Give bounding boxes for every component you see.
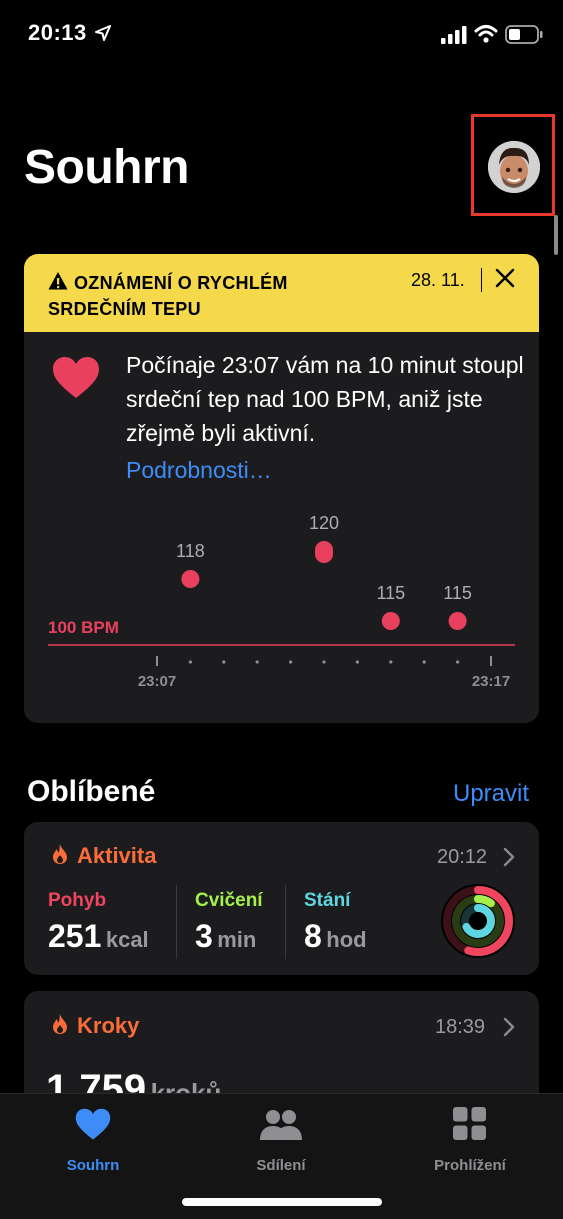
chevron-right-icon[interactable] [503, 847, 515, 867]
edit-favorites-button[interactable]: Upravit [453, 780, 529, 808]
data-label: 118 [176, 541, 205, 561]
wifi-icon [474, 25, 498, 43]
heart-icon [75, 1108, 111, 1140]
stand-value: 8 [304, 918, 322, 954]
heart-rate-chart: 100 BPM 23:07 23:17 118 120 115 115 [48, 513, 515, 690]
home-indicator[interactable] [182, 1198, 382, 1206]
stand-label: Stání [304, 890, 351, 911]
metric-divider [176, 885, 177, 959]
profile-avatar-button[interactable] [488, 141, 540, 193]
exercise-unit: min [217, 927, 257, 952]
steps-time: 18:39 [435, 1016, 486, 1038]
x-tick-label: 23:17 [472, 673, 510, 690]
axis-tick [456, 660, 460, 664]
metric-divider [285, 885, 286, 959]
status-time: 20:13 [28, 20, 87, 45]
close-icon[interactable] [494, 267, 516, 289]
move-metric: 251 kcal [48, 918, 149, 955]
stand-metric: 8 hod [304, 918, 367, 955]
move-unit: kcal [105, 927, 149, 952]
favorites-title: Oblíbené [27, 775, 156, 808]
data-point [181, 570, 200, 588]
exercise-value: 3 [195, 918, 213, 954]
move-label: Pohyb [48, 890, 107, 911]
flame-icon [53, 1014, 67, 1034]
memoji-avatar-icon [488, 141, 540, 193]
axis-tick [322, 660, 326, 664]
axis-tick [355, 660, 359, 664]
exercise-label: Cvičení [195, 890, 263, 911]
activity-time: 20:12 [437, 846, 488, 868]
details-link[interactable]: Podrobnosti… [126, 457, 272, 484]
data-label: 120 [309, 513, 339, 533]
data-label: 115 [376, 583, 405, 603]
tab-label: Souhrn [66, 1157, 120, 1174]
axis-tick [188, 660, 192, 664]
flame-icon [53, 844, 67, 864]
cellular-signal-icon [441, 26, 467, 44]
x-tick-label: 23:07 [138, 673, 176, 690]
page-title: Souhrn [24, 141, 189, 194]
exercise-metric: 3 min [195, 918, 256, 955]
people-icon [260, 1110, 302, 1140]
data-point [381, 612, 400, 630]
alert-divider [481, 268, 482, 292]
chevron-right-icon[interactable] [503, 1017, 515, 1037]
stand-unit: hod [326, 927, 367, 952]
alert-message: Počínaje 23:07 vám na 10 minut stoupl sr… [126, 352, 524, 446]
alert-banner: OZNÁMENÍ O RYCHLÉM SRDEČNÍM TEPU 28. 11. [24, 254, 539, 332]
tab-sharing[interactable]: Sdílení [231, 1104, 331, 1184]
grid-icon [453, 1107, 486, 1140]
axis-tick [255, 660, 259, 664]
axis-tick [289, 660, 293, 664]
data-label: 115 [443, 583, 472, 603]
tab-label: Prohlížení [434, 1157, 506, 1174]
activity-card[interactable]: Aktivita 20:12 Pohyb 251 kcal Cvičení 3 … [24, 822, 539, 975]
alert-title: OZNÁMENÍ O RYCHLÉM SRDEČNÍM TEPU [48, 273, 288, 319]
rapid-heart-rate-alert-card[interactable]: OZNÁMENÍ O RYCHLÉM SRDEČNÍM TEPU 28. 11.… [24, 254, 539, 723]
axis-tick [422, 660, 426, 664]
axis-tick [222, 660, 226, 664]
tab-label: Sdílení [256, 1157, 306, 1174]
steps-title: Kroky [77, 1013, 140, 1038]
threshold-label: 100 BPM [48, 618, 119, 637]
battery-icon [505, 25, 543, 44]
heart-icon [53, 357, 99, 398]
axis-tick [389, 660, 393, 664]
tab-browse[interactable]: Prohlížení [415, 1104, 525, 1184]
scroll-indicator[interactable] [554, 215, 558, 255]
tab-summary[interactable]: Souhrn [43, 1104, 143, 1184]
activity-rings-icon [441, 884, 515, 958]
location-arrow-icon [95, 25, 111, 41]
activity-title: Aktivita [77, 843, 157, 868]
move-value: 251 [48, 918, 102, 954]
data-point [448, 612, 467, 630]
alert-date: 28. 11. [411, 270, 465, 290]
data-point [315, 541, 333, 563]
